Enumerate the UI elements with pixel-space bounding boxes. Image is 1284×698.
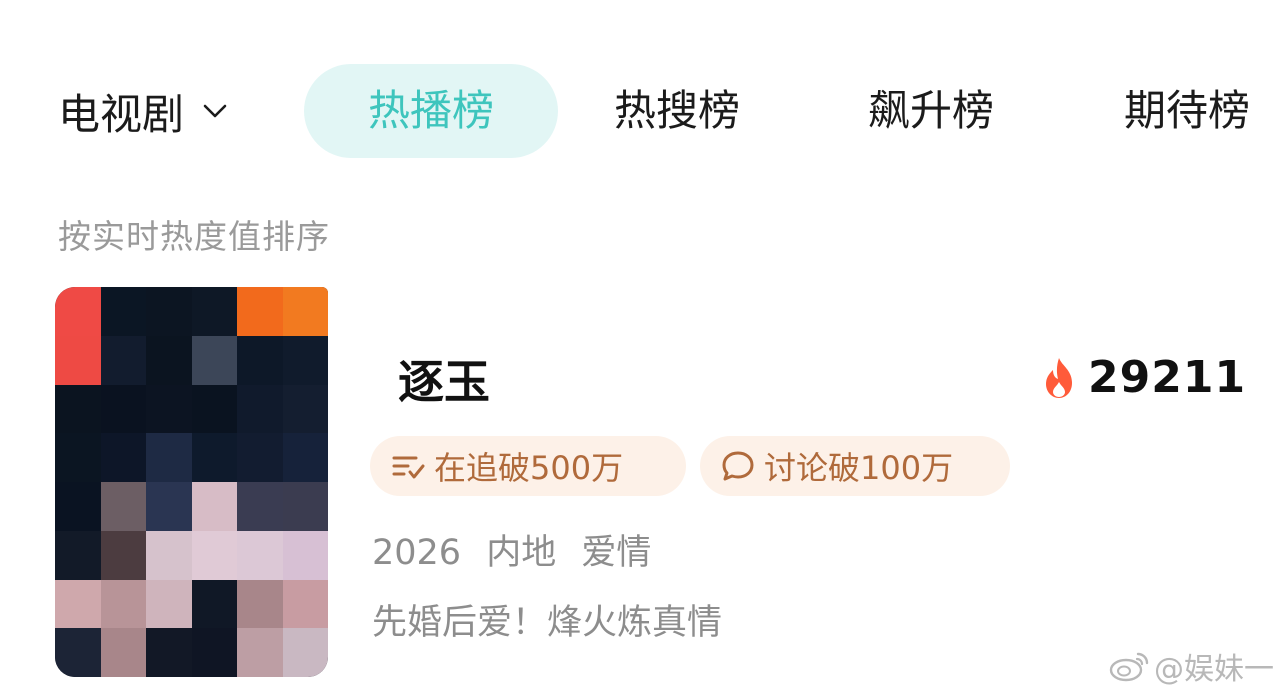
poster-mosaic-tile — [100, 287, 146, 336]
poster-mosaic-tile — [237, 530, 283, 580]
poster-mosaic-tile — [146, 433, 192, 482]
poster-mosaic-tile — [237, 335, 283, 385]
poster-mosaic-tile — [191, 579, 237, 629]
poster-mosaic-tile — [55, 628, 101, 677]
poster-mosaic-tile — [55, 384, 101, 434]
poster-mosaic-tile — [237, 384, 283, 434]
follow-count-label: 在追破500万 — [434, 449, 624, 487]
poster-mosaic-tile — [282, 628, 328, 677]
ranking-tab-bar: 电视剧 热播榜 热搜榜 飙升榜 期待榜 — [0, 0, 1284, 190]
poster-mosaic-tile — [100, 433, 146, 482]
flame-icon — [1046, 357, 1072, 398]
chevron-down-icon — [202, 98, 228, 124]
poster-mosaic-tile — [282, 482, 328, 531]
poster-mosaic-tile — [146, 287, 192, 336]
poster-mosaic-tile — [282, 433, 328, 482]
poster-mosaic-tile — [100, 628, 146, 677]
category-label: 电视剧 — [58, 89, 185, 139]
poster-mosaic-tile — [100, 335, 146, 385]
poster-mosaic-tile — [100, 530, 146, 580]
poster-mosaic-tile — [282, 579, 328, 629]
poster-mosaic-tile — [191, 287, 237, 336]
poster-mosaic-tile — [237, 287, 283, 336]
poster-mosaic-tile — [55, 579, 101, 629]
poster-mosaic-tile — [191, 482, 237, 531]
poster-mosaic-tile — [237, 482, 283, 531]
sort-hint: 按实时热度值排序 — [58, 217, 330, 256]
discussion-count-badge: 讨论破100万 — [700, 436, 1010, 496]
poster-mosaic-tile — [191, 384, 237, 434]
tab-anticipated[interactable]: 期待榜 — [1124, 84, 1250, 138]
show-meta: 2026 内地 爱情 — [372, 524, 665, 575]
poster-mosaic-tile — [55, 287, 101, 336]
poster-mosaic-tile — [282, 530, 328, 580]
weibo-icon — [1109, 652, 1149, 682]
category-dropdown[interactable]: 电视剧 — [58, 84, 228, 139]
poster-mosaic-tile — [191, 628, 237, 677]
watermark: @娱妹一 — [1108, 644, 1274, 688]
discussion-count-label: 讨论破100万 — [764, 449, 954, 487]
show-year: 2026 — [372, 533, 462, 573]
poster-mosaic-tile — [146, 335, 192, 385]
poster-mosaic-tile — [146, 530, 192, 580]
poster-mosaic-tile — [237, 579, 283, 629]
poster-mosaic-tile — [282, 287, 328, 336]
poster-mosaic-tile — [191, 433, 237, 482]
poster-image[interactable] — [55, 287, 328, 677]
poster-mosaic-tile — [146, 482, 192, 531]
poster-mosaic-tile — [146, 579, 192, 629]
poster-mosaic-tile — [55, 433, 101, 482]
tab-hot-search[interactable]: 热搜榜 — [614, 84, 740, 138]
poster-mosaic-tile — [282, 384, 328, 434]
poster-mosaic-tile — [100, 579, 146, 629]
poster-mosaic-tile — [146, 628, 192, 677]
show-description: 先婚后爱！烽火炼真情 — [372, 603, 723, 643]
watermark-label: @娱妹一 — [1154, 652, 1274, 687]
poster-mosaic-tile — [237, 628, 283, 677]
poster-mosaic-tile — [55, 335, 101, 385]
poster-mosaic-tile — [100, 384, 146, 434]
poster-mosaic-tile — [100, 482, 146, 531]
poster-mosaic-tile — [146, 384, 192, 434]
heat-value: 29211 — [1088, 352, 1247, 403]
poster-mosaic-tile — [282, 335, 328, 385]
follow-count-badge: 在追破500万 — [370, 436, 686, 496]
poster-mosaic-tile — [191, 530, 237, 580]
poster-mosaic-tile — [237, 433, 283, 482]
show-genre: 爱情 — [581, 533, 652, 573]
check-list-icon — [392, 456, 425, 479]
poster-mosaic-tile — [191, 335, 237, 385]
show-region: 内地 — [486, 533, 557, 573]
show-title[interactable]: 逐玉 — [398, 346, 490, 412]
tab-rising[interactable]: 飙升榜 — [868, 84, 994, 138]
heat-score: 29211 — [1040, 352, 1246, 403]
poster-mosaic-tile — [55, 482, 101, 531]
comment-icon — [722, 451, 754, 481]
poster-mosaic-tile — [55, 530, 101, 580]
tab-hot-broadcast[interactable]: 热播榜 — [304, 64, 558, 158]
